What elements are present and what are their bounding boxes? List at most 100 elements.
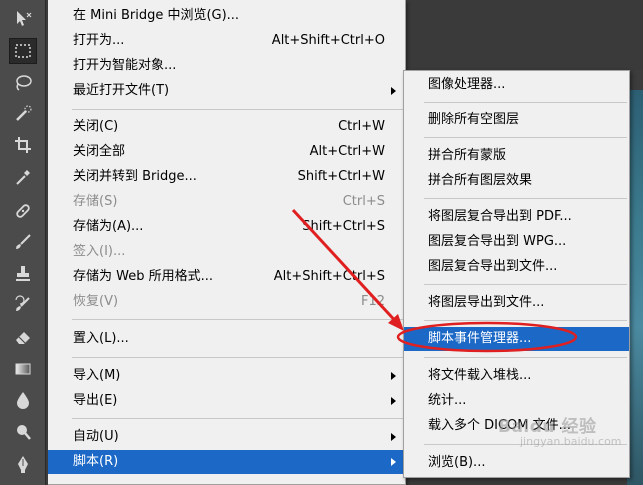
submenu-item-comps-to-pdf[interactable]: 将图层复合导出到 PDF...: [404, 205, 629, 229]
menu-item-export[interactable]: 导出(E): [48, 389, 405, 413]
menu-item-label: 脚本(R): [73, 454, 119, 469]
submenu-item-image-processor[interactable]: 图像处理器...: [404, 73, 629, 97]
menu-item-close-go-bridge[interactable]: 关闭并转到 Bridge... Shift+Ctrl+W: [48, 165, 405, 189]
menu-separator: [424, 137, 627, 138]
submenu-item-flatten-layer-effects[interactable]: 拼合所有图层效果: [404, 169, 629, 193]
menu-separator: [424, 320, 627, 321]
menu-separator: [424, 284, 627, 285]
history-brush-tool-icon[interactable]: [9, 292, 37, 318]
menu-separator: [72, 319, 403, 320]
menu-item-label: 导入(M): [73, 368, 121, 383]
move-tool-icon[interactable]: [9, 6, 37, 32]
menu-item-label: 关闭(C): [73, 119, 119, 134]
brush-tool-icon[interactable]: [9, 229, 37, 255]
submenu-arrow-icon: [391, 87, 396, 95]
menu-item-label: 将图层复合导出到 PDF...: [428, 209, 572, 224]
submenu-item-comps-to-files[interactable]: 图层复合导出到文件...: [404, 255, 629, 279]
menu-separator: [72, 418, 403, 419]
menu-item-save[interactable]: 存储(S) Ctrl+S: [48, 190, 405, 214]
submenu-item-delete-empty-layers[interactable]: 删除所有空图层: [404, 108, 629, 132]
watermark-url: jingyan.baidu.com: [520, 435, 622, 448]
menu-item-label: 打开为...: [73, 33, 125, 48]
menu-item-label: 关闭并转到 Bridge...: [73, 169, 197, 184]
menu-item-scripts[interactable]: 脚本(R): [48, 450, 405, 474]
menu-item-check-in[interactable]: 签入(I)...: [48, 240, 405, 264]
submenu-item-load-files-into-stack[interactable]: 将文件载入堆栈...: [404, 364, 629, 388]
menu-item-label: 拼合所有图层效果: [428, 173, 533, 188]
menu-item-place[interactable]: 置入(L)...: [48, 327, 405, 351]
menu-item-label: 存储(S): [73, 194, 118, 209]
menu-item-label: 浏览(B)...: [428, 455, 486, 470]
menu-item-shortcut: F12: [360, 294, 385, 309]
file-menu: 在 Mini Bridge 中浏览(G)... 打开为... Alt+Shift+…: [48, 0, 406, 485]
menu-item-save-as[interactable]: 存储为(A)... Shift+Ctrl+S: [48, 215, 405, 239]
healing-brush-tool-icon[interactable]: [9, 198, 37, 224]
menu-item-label: 签入(I)...: [73, 244, 126, 259]
menu-item-label: 图层复合导出到 WPG...: [428, 234, 567, 249]
menu-item-label: 自动(U): [73, 429, 119, 444]
pen-tool-icon[interactable]: [9, 451, 37, 477]
menu-item-label: 打开为智能对象...: [73, 58, 177, 73]
menu-item-label: 最近打开文件(T): [73, 83, 170, 98]
submenu-arrow-icon: [391, 372, 396, 380]
submenu-item-comps-to-wpg[interactable]: 图层复合导出到 WPG...: [404, 230, 629, 254]
crop-tool-icon[interactable]: [9, 132, 37, 158]
menu-item-automate[interactable]: 自动(U): [48, 425, 405, 449]
clone-stamp-tool-icon[interactable]: [9, 261, 37, 287]
menu-item-open-as-smart-object[interactable]: 打开为智能对象...: [48, 54, 405, 78]
marquee-tool-icon[interactable]: [9, 38, 37, 64]
menu-separator: [424, 357, 627, 358]
menu-item-import[interactable]: 导入(M): [48, 364, 405, 388]
menu-separator: [72, 109, 403, 110]
submenu-item-layers-to-files[interactable]: 将图层导出到文件...: [404, 291, 629, 315]
submenu-item-statistics[interactable]: 统计...: [404, 389, 629, 413]
blur-tool-icon[interactable]: [9, 387, 37, 413]
menu-item-label: 存储为 Web 所用格式...: [73, 269, 214, 284]
menu-item-shortcut: Shift+Ctrl+W: [297, 169, 385, 184]
dodge-tool-icon[interactable]: [9, 419, 37, 445]
submenu-arrow-icon: [391, 458, 396, 466]
menu-item-label: 置入(L)...: [73, 331, 129, 346]
canvas-background: [404, 0, 643, 70]
tools-panel: [0, 0, 46, 485]
menu-item-label: 在 Mini Bridge 中浏览(G)...: [73, 8, 240, 23]
menu-item-label: 存储为(A)...: [73, 219, 144, 234]
submenu-item-browse[interactable]: 浏览(B)...: [404, 451, 629, 475]
menu-item-shortcut: Alt+Shift+Ctrl+S: [273, 269, 385, 284]
eraser-tool-icon[interactable]: [9, 324, 37, 350]
menu-item-shortcut: Shift+Ctrl+S: [302, 219, 385, 234]
submenu-item-script-events-manager[interactable]: 脚本事件管理器...: [404, 327, 629, 351]
menu-item-label: 拼合所有蒙版: [428, 148, 507, 163]
menu-separator: [424, 198, 627, 199]
menu-item-open-recent[interactable]: 最近打开文件(T): [48, 79, 405, 103]
menu-item-label: 导出(E): [73, 393, 118, 408]
menu-item-shortcut: Ctrl+W: [338, 119, 385, 134]
menu-item-close-all[interactable]: 关闭全部 Alt+Ctrl+W: [48, 140, 405, 164]
menu-separator: [72, 357, 403, 358]
menu-item-label: 脚本事件管理器...: [428, 331, 532, 346]
menu-item-browse-mini-bridge[interactable]: 在 Mini Bridge 中浏览(G)...: [48, 4, 405, 28]
menu-separator: [424, 102, 627, 103]
menu-item-shortcut: Ctrl+S: [342, 194, 385, 209]
menu-item-label: 图层复合导出到文件...: [428, 259, 558, 274]
menu-item-label: 图像处理器...: [428, 77, 506, 92]
lasso-tool-icon[interactable]: [9, 70, 37, 96]
watermark-logo: Baidu 经验: [498, 417, 597, 437]
submenu-item-flatten-masks[interactable]: 拼合所有蒙版: [404, 144, 629, 168]
menu-item-label: 删除所有空图层: [428, 112, 520, 127]
menu-item-save-for-web[interactable]: 存储为 Web 所用格式... Alt+Shift+Ctrl+S: [48, 265, 405, 289]
menu-item-revert[interactable]: 恢复(V) F12: [48, 290, 405, 314]
menu-item-label: 恢复(V): [73, 294, 119, 309]
menu-item-shortcut: Alt+Shift+Ctrl+O: [271, 33, 385, 48]
menu-item-label: 将文件载入堆栈...: [428, 368, 532, 383]
quick-select-tool-icon[interactable]: [9, 101, 37, 127]
eyedropper-tool-icon[interactable]: [9, 164, 37, 190]
submenu-arrow-icon: [391, 433, 396, 441]
menu-item-label: 将图层导出到文件...: [428, 295, 545, 310]
menu-item-shortcut: Alt+Ctrl+W: [309, 144, 385, 159]
menu-item-label: 关闭全部: [73, 144, 126, 159]
menu-item-label: 统计...: [428, 393, 467, 408]
menu-item-open-as[interactable]: 打开为... Alt+Shift+Ctrl+O: [48, 29, 405, 53]
menu-item-close[interactable]: 关闭(C) Ctrl+W: [48, 115, 405, 139]
gradient-tool-icon[interactable]: [9, 356, 37, 382]
